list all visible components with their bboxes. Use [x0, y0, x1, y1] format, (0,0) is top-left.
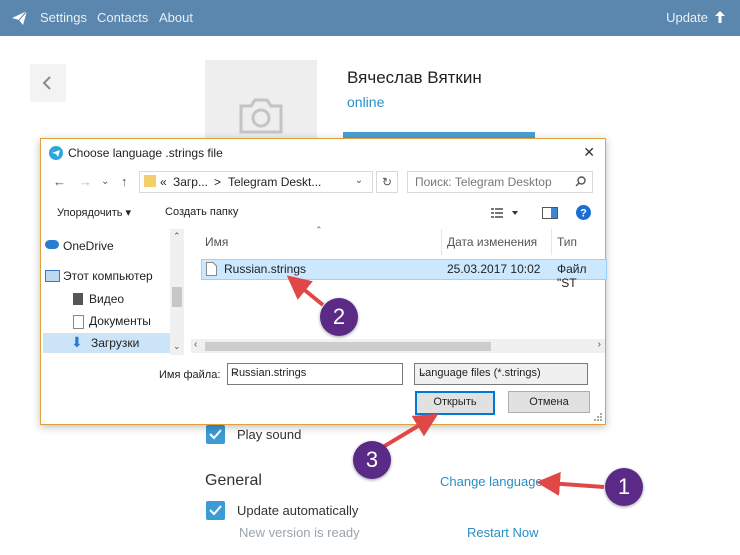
- arrow-to-file: [286, 275, 325, 307]
- arrow-to-open-button: [376, 413, 439, 452]
- callout-badge-1: 1: [605, 468, 643, 506]
- callout-badge-2: 2: [320, 298, 358, 336]
- arrow-to-change-language: [536, 471, 605, 496]
- callout-badge-3: 3: [353, 441, 391, 479]
